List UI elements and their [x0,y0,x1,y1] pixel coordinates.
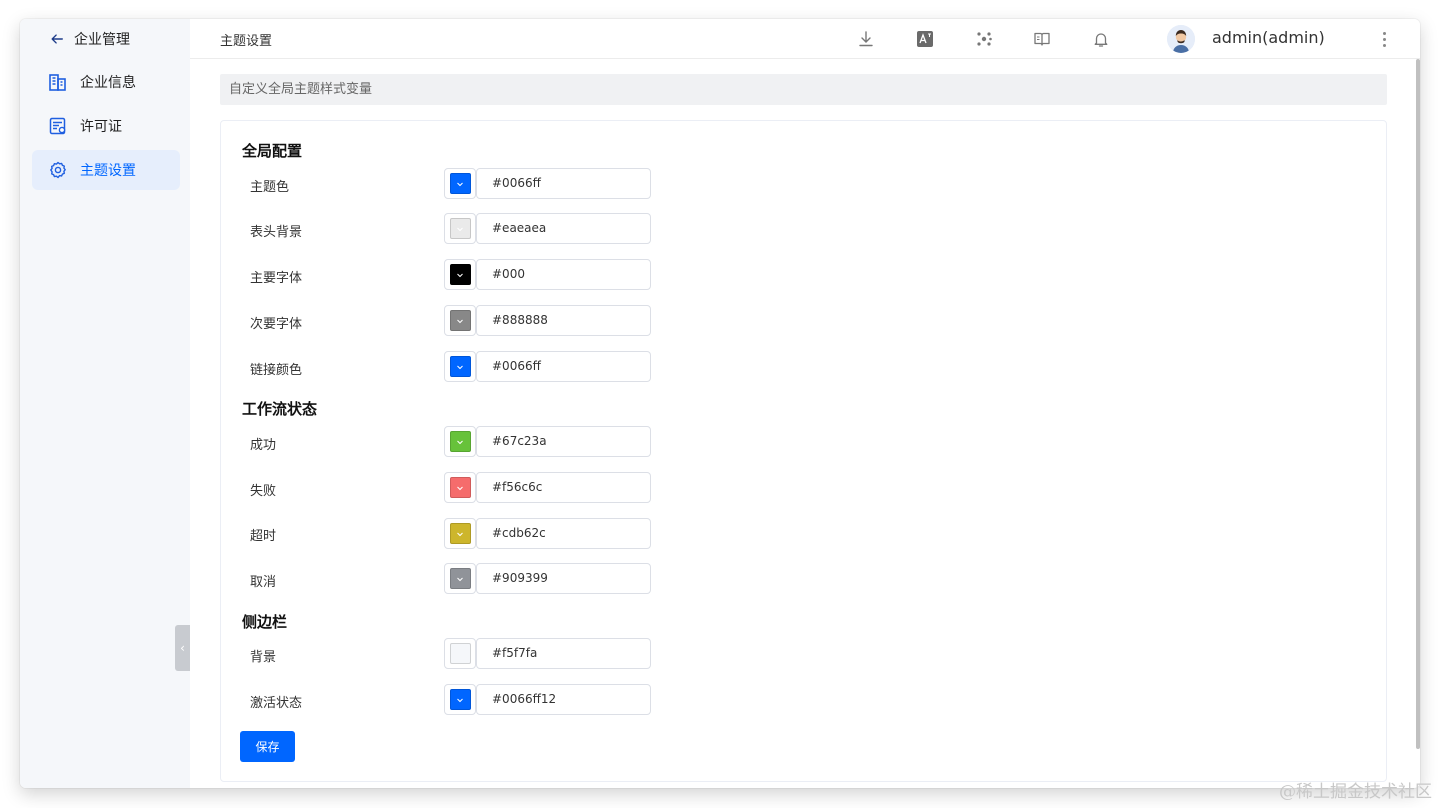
sidebar-item-license[interactable]: 许可证 [32,106,180,146]
more-vertical-icon[interactable] [1378,29,1390,49]
translate-icon[interactable] [914,28,936,50]
hex-color-input[interactable]: #67c23a [476,426,651,457]
color-picker-trigger[interactable] [444,426,476,457]
hex-color-input[interactable]: #909399 [476,563,651,594]
color-swatch [449,523,471,544]
page-title: 主题设置 [220,34,273,49]
download-icon[interactable] [855,28,877,50]
section-title-workflow: 工作流状态 [242,400,318,418]
row-label: 成功 [250,438,277,453]
color-picker-trigger[interactable] [444,351,476,382]
watermark: @稀土掘金技术社区 [1279,782,1432,802]
row-label: 表头背景 [250,225,303,240]
back-link[interactable]: 企业管理 [50,31,130,48]
sidebar-item-label: 许可证 [80,119,122,135]
sidebar: 企业管理 企业信息 许可证 主题设置 ‹ [20,19,190,788]
hex-color-input[interactable]: #0066ff12 [476,684,651,715]
description-banner: 自定义全局主题样式变量 [220,74,1387,105]
color-picker-trigger[interactable] [444,638,476,669]
scrollbar[interactable] [1416,59,1420,749]
app-window: 企业管理 企业信息 许可证 主题设置 ‹ 主题设置 admin(admin) 自… [20,19,1420,788]
cluster-icon[interactable] [973,28,995,50]
hex-color-input[interactable]: #888888 [476,305,651,336]
color-picker-trigger[interactable] [444,305,476,336]
color-swatch [449,568,471,589]
back-label: 企业管理 [74,32,130,48]
hex-color-input[interactable]: #f56c6c [476,472,651,503]
user-avatar-icon [1167,25,1195,53]
section-title-global: 全局配置 [242,142,303,160]
color-picker-trigger[interactable] [444,472,476,503]
hex-color-input[interactable]: #f5f7fa [476,638,651,669]
license-icon [49,117,66,135]
theme-settings-card: 全局配置 主题色 #0066ff 表头背景 #eaeaea 主要字体 #000 … [220,120,1387,782]
color-picker-trigger[interactable] [444,168,476,199]
hex-color-input[interactable]: #eaeaea [476,213,651,244]
row-label: 主题色 [250,180,290,195]
row-label: 主要字体 [250,271,303,286]
arrow-left-icon [51,34,63,44]
chevron-left-icon: ‹ [180,641,185,655]
color-picker-trigger[interactable] [444,684,476,715]
sidebar-collapse-handle[interactable]: ‹ [175,625,190,671]
color-swatch [449,264,471,285]
color-swatch [449,356,471,377]
row-label: 失败 [250,484,277,499]
hex-color-input[interactable]: #000 [476,259,651,290]
building-icon [49,74,66,91]
row-label: 超时 [250,529,277,544]
sidebar-item-label: 主题设置 [80,163,136,179]
bell-icon[interactable] [1090,28,1112,50]
sidebar-item-company-info[interactable]: 企业信息 [32,62,180,102]
row-label: 取消 [250,575,277,590]
sidebar-item-theme-settings[interactable]: 主题设置 [32,150,180,190]
row-label: 次要字体 [250,317,303,332]
color-swatch [449,218,471,239]
gear-icon [50,161,66,179]
row-label: 背景 [250,650,277,665]
color-swatch [449,431,471,452]
section-title-sidebar: 侧边栏 [242,613,288,631]
row-label: 链接颜色 [250,363,303,378]
color-picker-trigger[interactable] [444,518,476,549]
color-picker-trigger[interactable] [444,563,476,594]
avatar[interactable] [1167,25,1195,53]
color-swatch [449,173,471,194]
hex-color-input[interactable]: #0066ff [476,168,651,199]
row-label: 激活状态 [250,696,303,711]
hex-color-input[interactable]: #0066ff [476,351,651,382]
color-swatch [449,643,471,664]
color-swatch [449,310,471,331]
sidebar-item-label: 企业信息 [80,75,136,91]
hex-color-input[interactable]: #cdb62c [476,518,651,549]
username[interactable]: admin(admin) [1212,28,1325,47]
color-swatch [449,689,471,710]
save-button[interactable]: 保存 [240,731,295,762]
color-picker-trigger[interactable] [444,259,476,290]
color-picker-trigger[interactable] [444,213,476,244]
book-icon[interactable] [1031,28,1053,50]
color-swatch [449,477,471,498]
top-bar: 主题设置 admin(admin) [190,19,1420,59]
